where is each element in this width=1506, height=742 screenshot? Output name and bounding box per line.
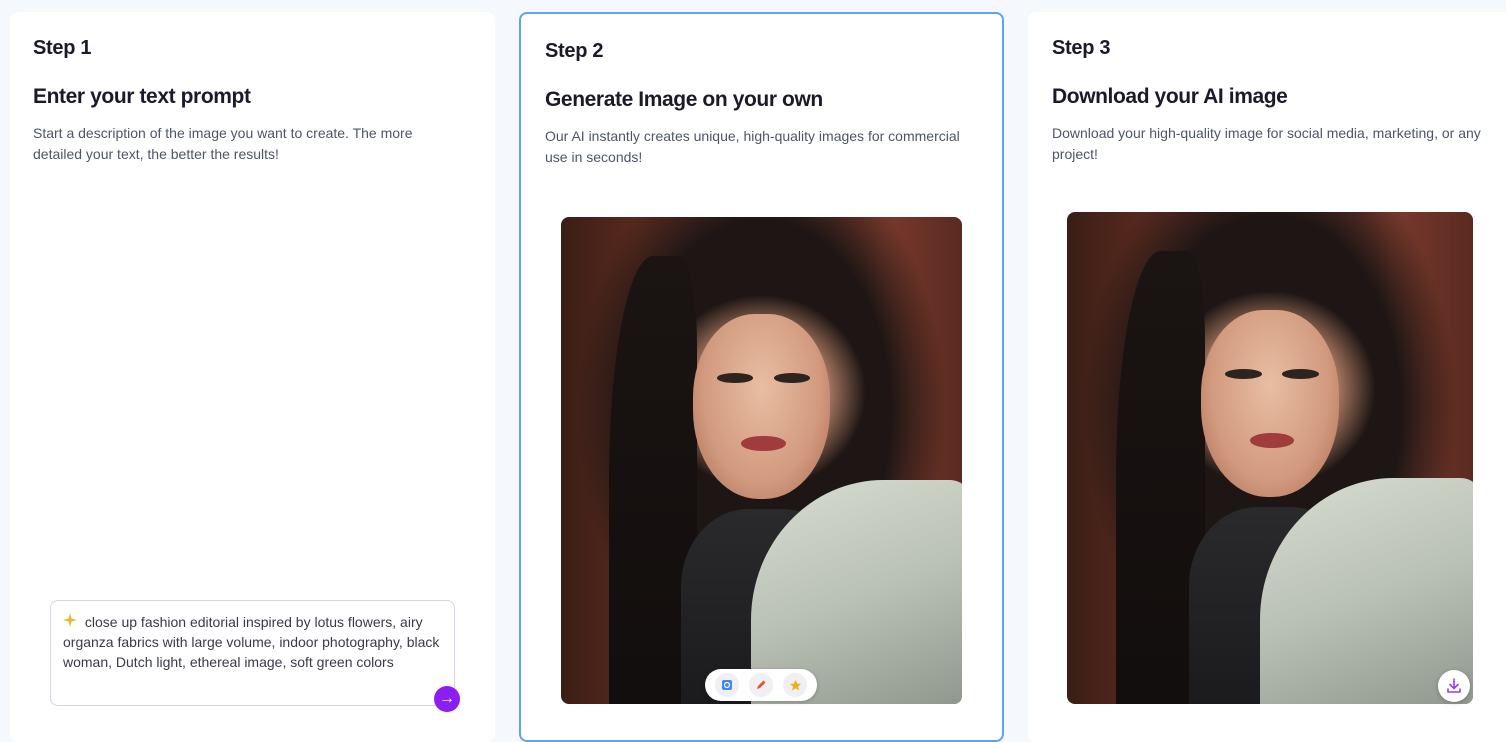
step-2-card: Step 2 Generate Image on your own Our AI…: [519, 12, 1004, 742]
regenerate-icon: [722, 680, 732, 690]
download-button[interactable]: [1438, 670, 1470, 702]
step-label: Step 1: [33, 37, 92, 59]
download-icon: [1447, 678, 1461, 693]
step-description: Start a description of the image you wan…: [33, 125, 413, 162]
step-description: Our AI instantly creates unique, high-qu…: [545, 128, 960, 165]
prompt-text: close up fashion editorial inspired by l…: [63, 614, 440, 670]
step-title: Download your AI image: [1052, 85, 1288, 108]
step-1-card: Step 1 Enter your text prompt Start a de…: [10, 12, 495, 742]
prompt-input[interactable]: close up fashion editorial inspired by l…: [50, 600, 455, 706]
step-label: Step 3: [1052, 37, 1111, 59]
arrow-right-icon: →: [439, 690, 455, 707]
final-image: [1067, 212, 1473, 704]
send-button[interactable]: →: [434, 686, 460, 712]
sparkle-icon: [63, 612, 81, 632]
generated-image: [561, 217, 962, 704]
favorite-button[interactable]: [783, 673, 807, 697]
step-title: Enter your text prompt: [33, 85, 251, 108]
step-3-card: Step 3 Download your AI image Download y…: [1028, 12, 1506, 742]
edit-button[interactable]: [749, 673, 773, 697]
step-label: Step 2: [545, 40, 604, 62]
image-toolbar: [705, 669, 817, 701]
pencil-icon: [757, 680, 766, 689]
step-description: Download your high-quality image for soc…: [1052, 125, 1481, 162]
step-title: Generate Image on your own: [545, 88, 823, 111]
star-icon: [789, 679, 801, 690]
regenerate-button[interactable]: [715, 673, 739, 697]
